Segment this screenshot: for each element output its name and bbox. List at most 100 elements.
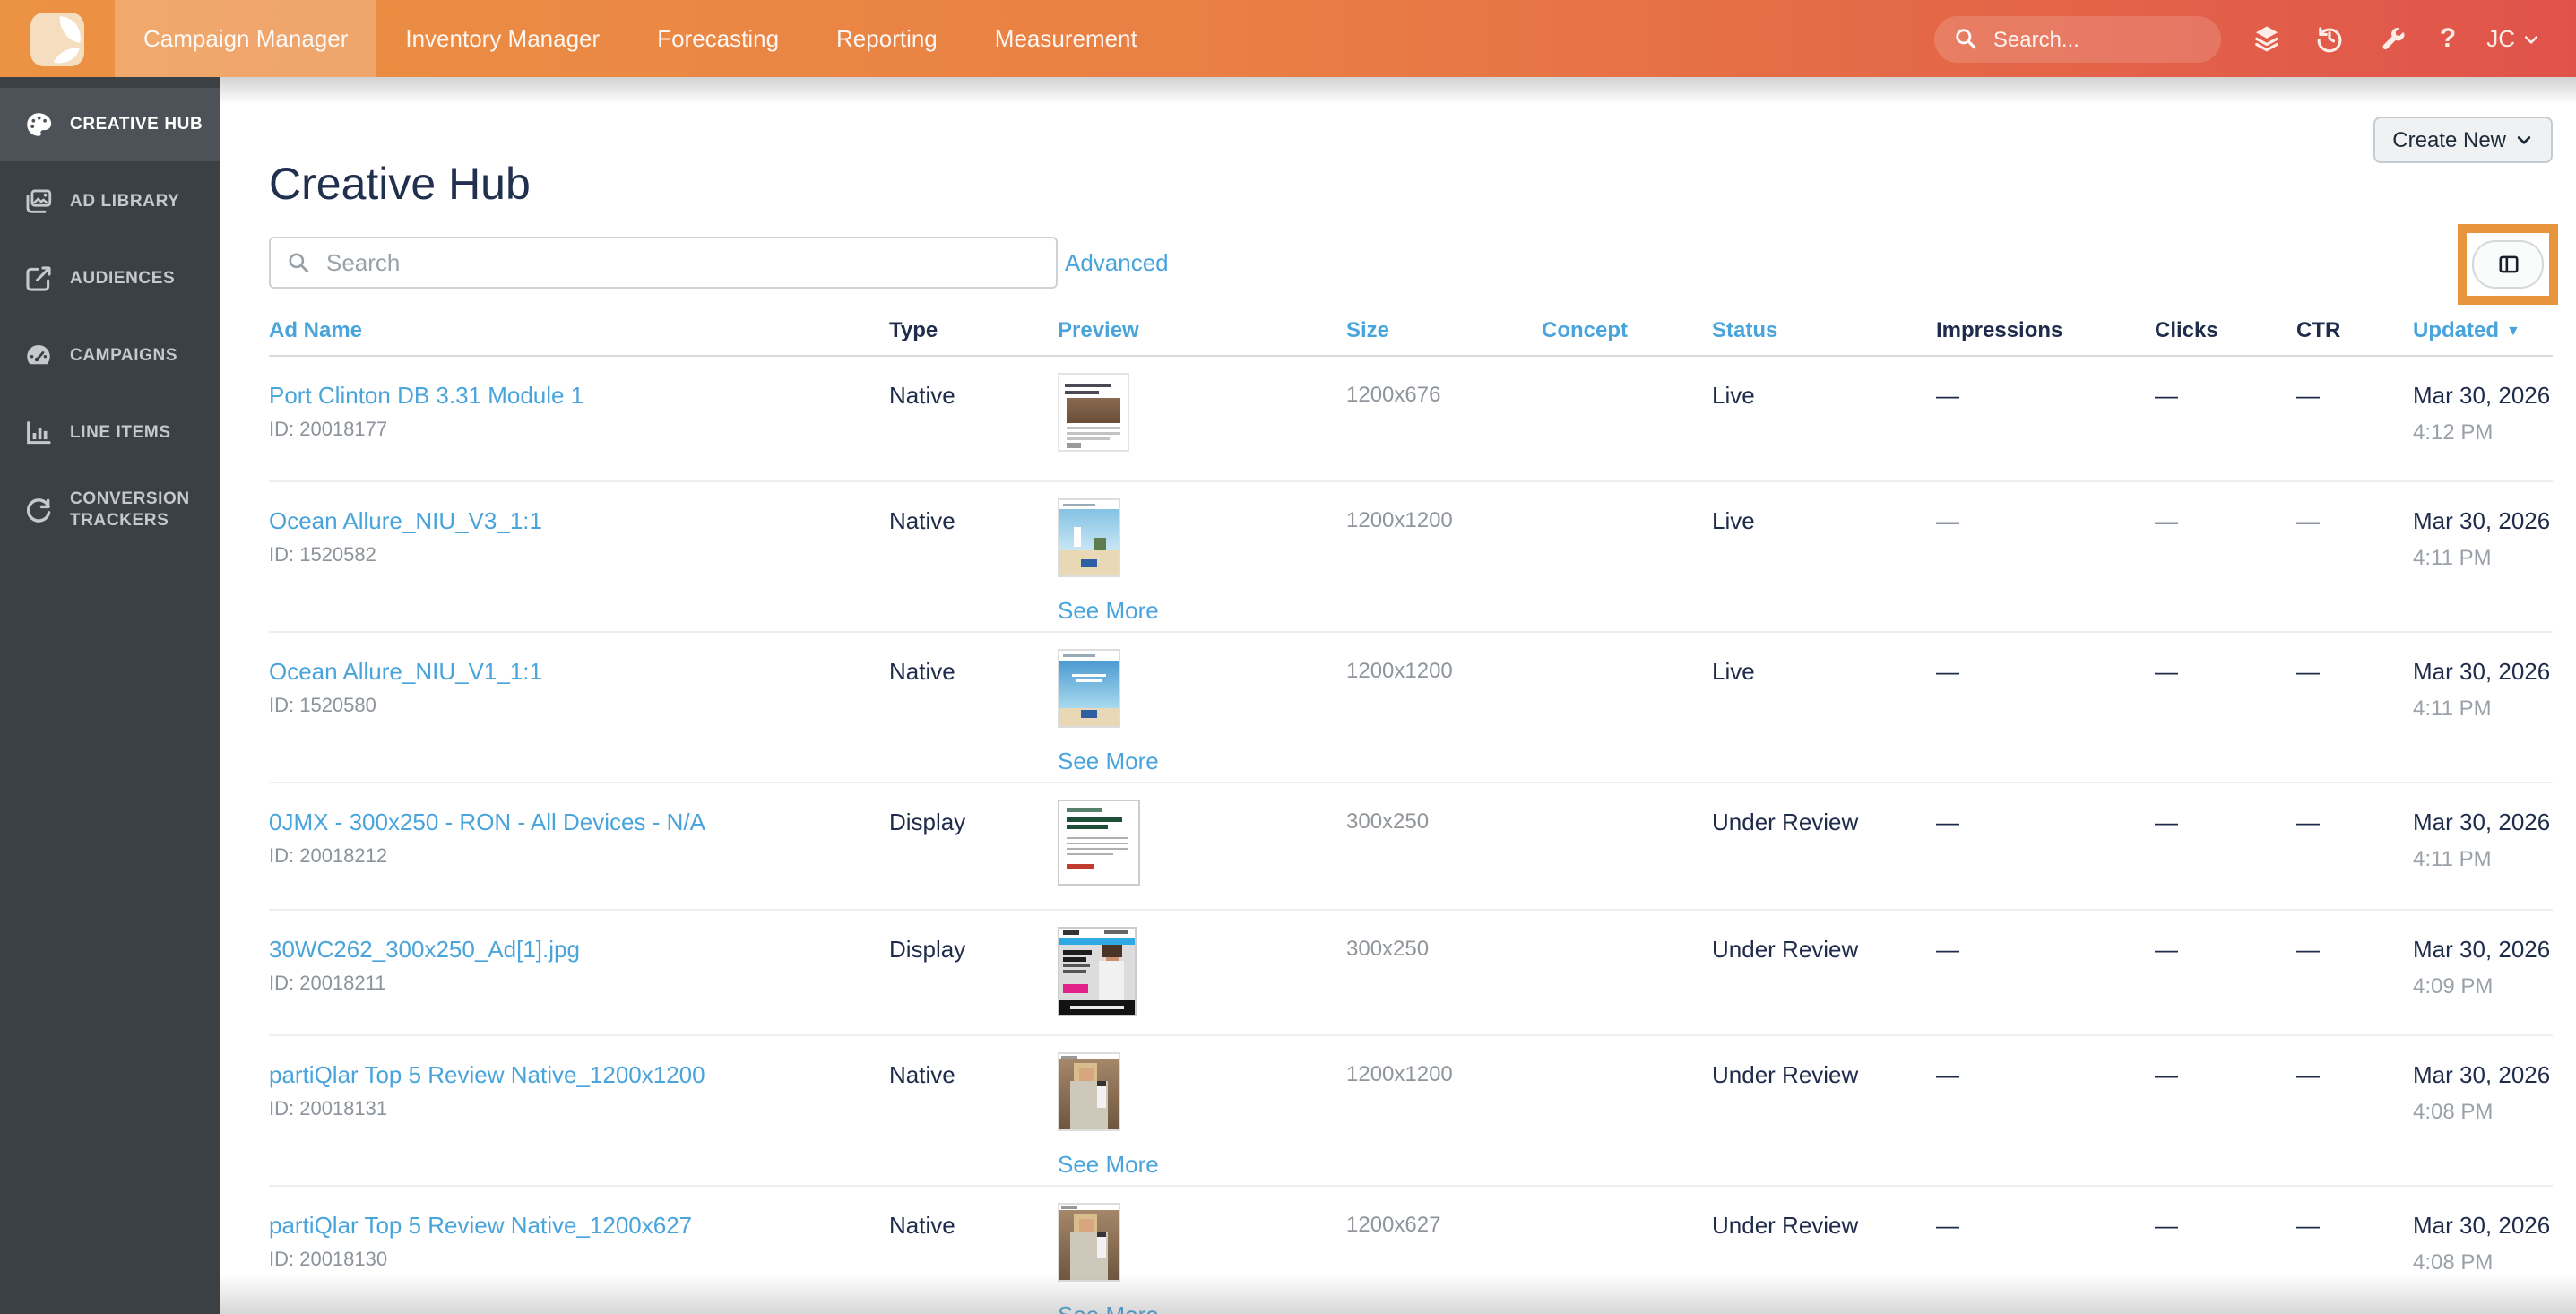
brand-logo[interactable] bbox=[0, 0, 115, 77]
sidebar-item-label: CAMPAIGNS bbox=[70, 345, 178, 366]
column-header-preview[interactable]: Preview bbox=[1058, 317, 1346, 342]
ad-impressions: — bbox=[1936, 808, 1959, 835]
sidebar-item-ad-library[interactable]: AD LIBRARY bbox=[0, 165, 220, 238]
updated-date: Mar 30, 2026 bbox=[2413, 1212, 2551, 1239]
ad-name-link[interactable]: partiQlar Top 5 Review Native_1200x627 bbox=[269, 1212, 889, 1239]
ad-preview-thumbnail[interactable] bbox=[1058, 800, 1140, 886]
ad-status: Under Review bbox=[1712, 1061, 1859, 1088]
ad-name-link[interactable]: 30WC262_300x250_Ad[1].jpg bbox=[269, 936, 889, 963]
ad-clicks: — bbox=[2155, 658, 2178, 685]
ad-status: Live bbox=[1712, 382, 1755, 409]
global-search-box[interactable] bbox=[1933, 15, 2221, 62]
ad-preview-thumbnail[interactable] bbox=[1058, 927, 1137, 1016]
sidebar-item-label: CREATIVE HUB bbox=[70, 114, 203, 134]
tab-campaign-manager[interactable]: Campaign Manager bbox=[115, 0, 377, 77]
column-header-concept[interactable]: Concept bbox=[1542, 317, 1712, 342]
ad-id: ID: 20018130 bbox=[269, 1249, 388, 1271]
layers-icon[interactable] bbox=[2252, 22, 2284, 55]
chevron-down-icon bbox=[2524, 35, 2538, 43]
ad-size: 1200x1200 bbox=[1346, 1061, 1453, 1086]
ad-preview-thumbnail[interactable] bbox=[1058, 649, 1120, 728]
ad-id: ID: 20018212 bbox=[269, 846, 388, 868]
ad-clicks: — bbox=[2155, 507, 2178, 534]
see-more-link[interactable]: See More bbox=[1058, 1301, 1159, 1314]
share-box-icon bbox=[22, 264, 54, 294]
ad-size: 1200x627 bbox=[1346, 1212, 1441, 1237]
image-icon bbox=[22, 186, 54, 217]
ad-clicks: — bbox=[2155, 1061, 2178, 1088]
updated-time: 4:08 PM bbox=[2413, 1249, 2494, 1275]
user-initials: JC bbox=[2486, 25, 2515, 52]
updated-date: Mar 30, 2026 bbox=[2413, 507, 2551, 534]
tab-measurement[interactable]: Measurement bbox=[966, 0, 1166, 77]
ad-updated: Mar 30, 2026 4:11 PM bbox=[2413, 783, 2553, 909]
user-menu[interactable]: JC bbox=[2486, 25, 2540, 52]
sidebar-item-audiences[interactable]: AUDIENCES bbox=[0, 242, 220, 316]
ad-name-link[interactable]: partiQlar Top 5 Review Native_1200x1200 bbox=[269, 1061, 889, 1088]
ad-preview-thumbnail[interactable] bbox=[1058, 373, 1129, 452]
column-header-updated[interactable]: Updated ▼ bbox=[2413, 317, 2553, 342]
ad-concept bbox=[1542, 1036, 1712, 1185]
top-navigation-bar: Campaign Manager Inventory Manager Forec… bbox=[0, 0, 2576, 77]
advanced-search-link[interactable]: Advanced bbox=[1065, 249, 1169, 276]
history-icon[interactable] bbox=[2314, 22, 2347, 55]
ad-type: Native bbox=[889, 658, 955, 685]
ad-preview-thumbnail[interactable] bbox=[1058, 1052, 1120, 1131]
global-search-input[interactable] bbox=[1989, 24, 2201, 53]
redo-icon bbox=[22, 495, 54, 525]
tab-inventory-manager[interactable]: Inventory Manager bbox=[376, 0, 628, 77]
table-header: Ad Name Type Preview Size Concept Status… bbox=[269, 317, 2553, 357]
view-toggle-button[interactable] bbox=[2472, 240, 2544, 289]
palette-icon bbox=[22, 109, 54, 140]
sidebar-item-creative-hub[interactable]: CREATIVE HUB bbox=[0, 88, 220, 161]
ad-name-link[interactable]: 0JMX - 300x250 - RON - All Devices - N/A bbox=[269, 808, 889, 835]
create-new-button[interactable]: Create New bbox=[2373, 117, 2553, 163]
column-header-size[interactable]: Size bbox=[1346, 317, 1542, 342]
ad-ctr: — bbox=[2296, 382, 2320, 409]
ad-preview-thumbnail[interactable] bbox=[1058, 498, 1120, 577]
updated-date: Mar 30, 2026 bbox=[2413, 1061, 2551, 1088]
sidebar-item-line-items[interactable]: LINE ITEMS bbox=[0, 396, 220, 470]
see-more-link[interactable]: See More bbox=[1058, 748, 1159, 774]
ad-concept bbox=[1542, 357, 1712, 480]
column-header-impressions: Impressions bbox=[1936, 317, 2063, 342]
ad-ctr: — bbox=[2296, 936, 2320, 963]
table-row: Ocean Allure_NIU_V3_1:1 ID: 1520582 Nati… bbox=[269, 482, 2553, 633]
ad-preview-thumbnail[interactable] bbox=[1058, 1203, 1120, 1282]
help-icon[interactable]: ? bbox=[2440, 23, 2456, 54]
basis-logo-icon bbox=[30, 12, 84, 65]
ad-updated: Mar 30, 2026 4:11 PM bbox=[2413, 633, 2553, 782]
wrench-icon[interactable] bbox=[2377, 22, 2409, 55]
ad-impressions: — bbox=[1936, 1061, 1959, 1088]
tab-reporting[interactable]: Reporting bbox=[808, 0, 966, 77]
nav-right-cluster: ? JC bbox=[1933, 0, 2576, 77]
table-search-box[interactable] bbox=[269, 237, 1058, 289]
table-row: Ocean Allure_NIU_V1_1:1 ID: 1520580 Nati… bbox=[269, 633, 2553, 783]
ad-name-link[interactable]: Ocean Allure_NIU_V1_1:1 bbox=[269, 658, 889, 685]
column-header-ad-name[interactable]: Ad Name bbox=[269, 317, 889, 342]
ad-name-link[interactable]: Port Clinton DB 3.31 Module 1 bbox=[269, 382, 889, 409]
updated-date: Mar 30, 2026 bbox=[2413, 936, 2551, 963]
ad-name-link[interactable]: Ocean Allure_NIU_V3_1:1 bbox=[269, 507, 889, 534]
ad-concept bbox=[1542, 1187, 1712, 1314]
updated-time: 4:11 PM bbox=[2413, 545, 2492, 570]
see-more-link[interactable]: See More bbox=[1058, 597, 1159, 624]
creatives-table: Ad Name Type Preview Size Concept Status… bbox=[269, 317, 2553, 1314]
sidebar-item-campaigns[interactable]: CAMPAIGNS bbox=[0, 319, 220, 393]
table-search-input[interactable] bbox=[323, 247, 1040, 278]
sidebar-item-conversion-trackers[interactable]: CONVERSION TRACKERS bbox=[0, 473, 220, 547]
column-header-ctr: CTR bbox=[2296, 317, 2341, 342]
see-more-link[interactable]: See More bbox=[1058, 1151, 1159, 1178]
page-title: Creative Hub bbox=[269, 160, 531, 210]
ad-updated: Mar 30, 2026 4:08 PM bbox=[2413, 1187, 2553, 1314]
ad-status: Live bbox=[1712, 658, 1755, 685]
main-content: Creative Hub Create New Advanced bbox=[220, 77, 2576, 1314]
ad-type: Native bbox=[889, 1061, 955, 1088]
ad-status: Live bbox=[1712, 507, 1755, 534]
tab-forecasting[interactable]: Forecasting bbox=[628, 0, 808, 77]
ad-concept bbox=[1542, 482, 1712, 631]
grid-view-icon bbox=[2498, 255, 2518, 273]
column-header-status[interactable]: Status bbox=[1712, 317, 1936, 342]
updated-time: 4:11 PM bbox=[2413, 846, 2492, 871]
ad-impressions: — bbox=[1936, 1212, 1959, 1239]
